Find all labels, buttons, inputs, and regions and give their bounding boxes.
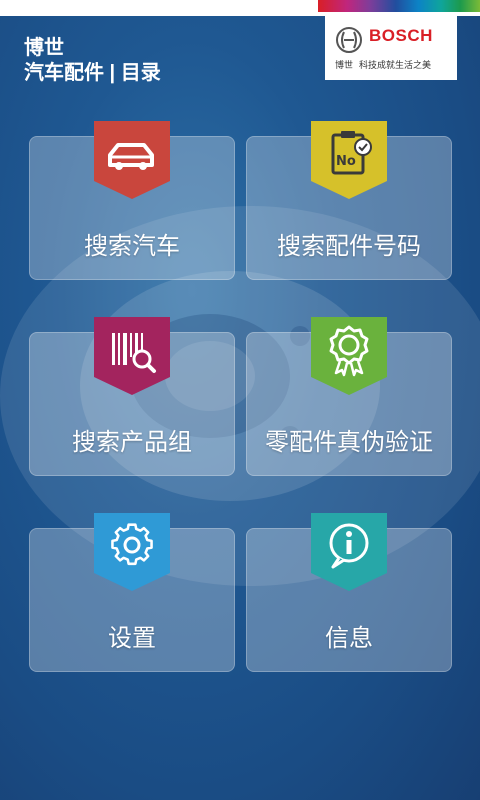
title-brand: 博世 xyxy=(24,37,64,59)
barcode-magnifier-icon xyxy=(92,317,172,397)
search-part-number-button[interactable]: No 搜索配件号码 xyxy=(246,121,452,280)
part-authenticity-button[interactable]: 零配件真伪验证 xyxy=(246,317,452,476)
catalog-home-screen: 博世 汽车配件 | 目录 BOSCH 博世 科技成就生活之美 搜索汽车 No 搜… xyxy=(0,16,480,800)
gear-icon xyxy=(92,513,172,593)
info-icon xyxy=(309,513,389,593)
search-car-label: 搜索汽车 xyxy=(84,232,180,260)
car-icon xyxy=(92,121,172,201)
bosch-logo: BOSCH 博世 科技成就生活之美 xyxy=(325,16,457,80)
title-catalog: 汽车配件 | 目录 xyxy=(24,62,161,84)
brand-color-bar xyxy=(318,0,480,12)
svg-text:No: No xyxy=(336,154,356,169)
info-button[interactable]: 信息 xyxy=(246,513,452,672)
search-product-group-label: 搜索产品组 xyxy=(72,428,192,456)
settings-label: 设置 xyxy=(108,624,156,652)
top-status-strip xyxy=(0,0,480,16)
page-title: 博世 汽车配件 | 目录 xyxy=(24,36,161,86)
logo-brand-text: BOSCH xyxy=(369,26,433,45)
logo-slogan: 科技成就生活之美 xyxy=(359,61,432,71)
logo-tagline: 博世 科技成就生活之美 xyxy=(335,58,431,71)
bosch-armature-icon xyxy=(336,27,362,53)
search-car-button[interactable]: 搜索汽车 xyxy=(29,121,235,280)
settings-button[interactable]: 设置 xyxy=(29,513,235,672)
search-part-number-label: 搜索配件号码 xyxy=(277,232,421,260)
search-product-group-button[interactable]: 搜索产品组 xyxy=(29,317,235,476)
seal-certificate-icon xyxy=(309,317,389,397)
info-label: 信息 xyxy=(325,624,373,652)
logo-sub-brand: 博世 xyxy=(335,61,354,71)
part-authenticity-label: 零配件真伪验证 xyxy=(265,428,433,456)
clipboard-no-icon: No xyxy=(309,121,389,201)
